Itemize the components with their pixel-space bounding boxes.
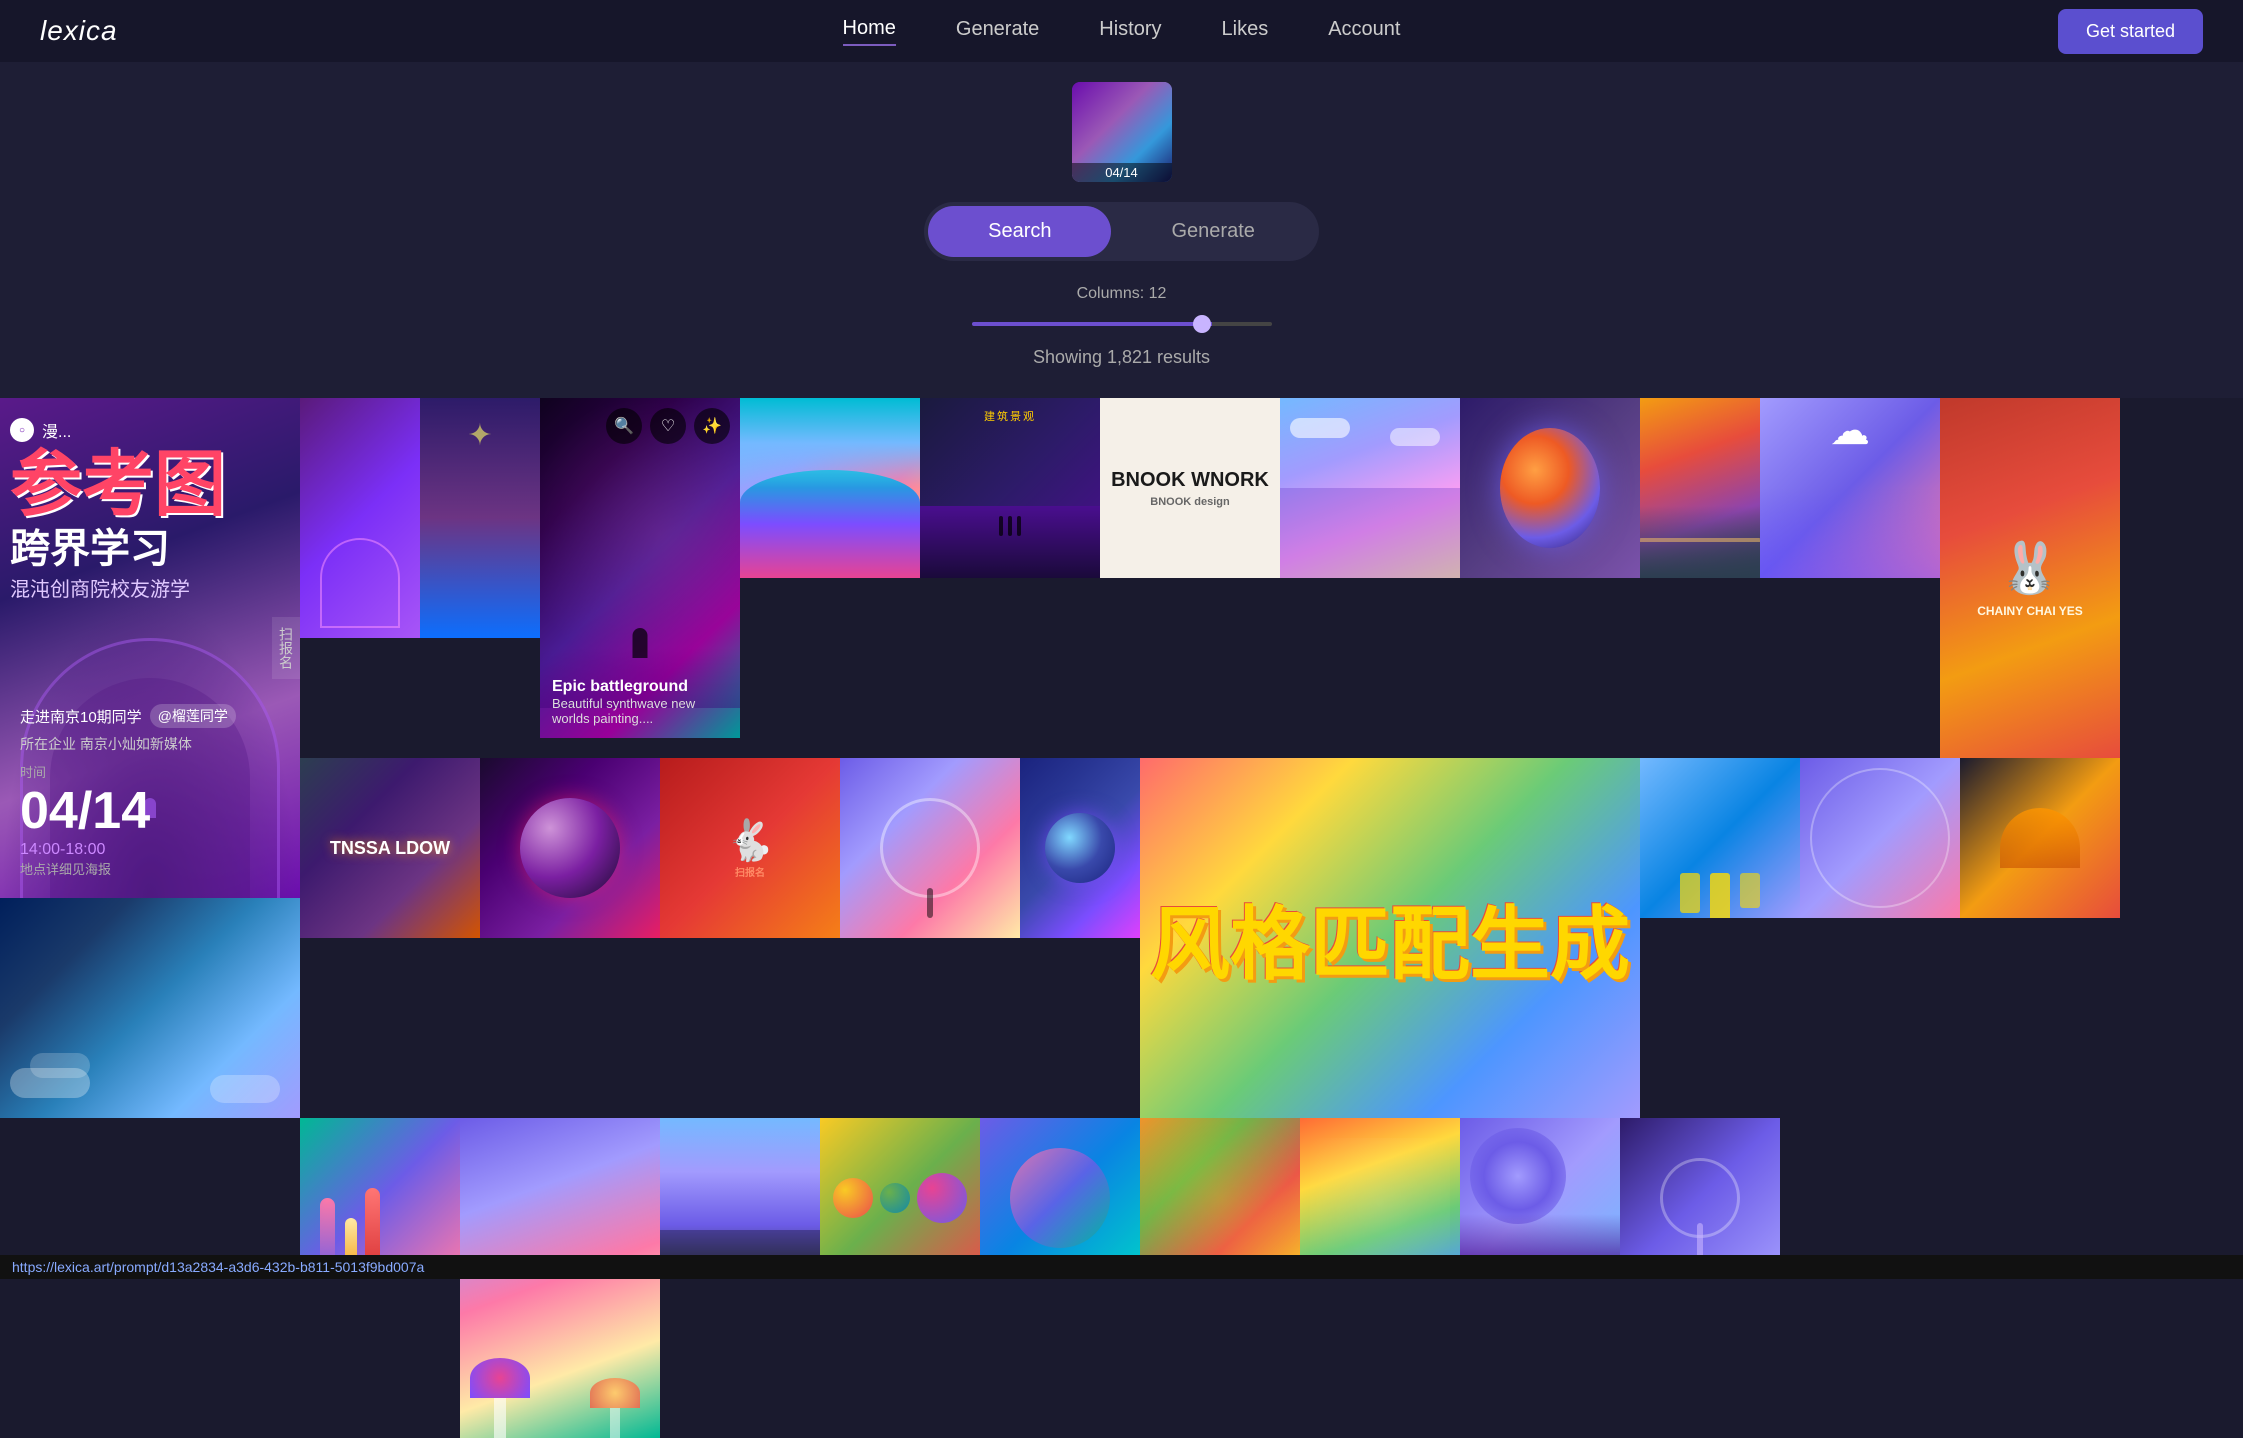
- gallery-item[interactable]: [1280, 398, 1460, 578]
- gallery-overlay-epic: 🔍 ♡ ✨ Epic battleground Beautiful synthw…: [540, 398, 740, 738]
- left-panel: ○ 漫... 参考图 跨界学习 混沌创商院校友游学 走进南京10期同学 @榴莲同…: [0, 398, 300, 1438]
- url-bar: https://lexica.art/prompt/d13a2834-a3d6-…: [0, 1255, 2243, 1279]
- columns-label: Columns: 12: [1077, 285, 1167, 303]
- heart-icon[interactable]: ♡: [650, 408, 686, 444]
- gallery-item-blue-sphere[interactable]: [1020, 758, 1140, 938]
- search-generate-tabs: Search Generate: [924, 202, 1319, 261]
- nav-likes[interactable]: Likes: [1222, 18, 1269, 45]
- nav-account[interactable]: Account: [1328, 18, 1400, 45]
- poster-main-title: 参考图: [10, 446, 290, 525]
- gallery-item[interactable]: 建筑景观: [920, 398, 1100, 578]
- gallery-item[interactable]: ✦: [420, 398, 540, 638]
- company-info: 所在企业 南京小灿如新媒体: [20, 734, 280, 754]
- reference-image-preview: 04/14: [1072, 82, 1172, 182]
- gallery-item[interactable]: [820, 1118, 980, 1278]
- gallery-item[interactable]: [1640, 758, 1800, 918]
- wand-icon[interactable]: ✨: [694, 408, 730, 444]
- gallery-item-great-wall[interactable]: [1640, 398, 1760, 578]
- nav-home[interactable]: Home: [843, 17, 896, 46]
- search-icon[interactable]: 🔍: [606, 408, 642, 444]
- get-started-button[interactable]: Get started: [2058, 9, 2203, 54]
- person-info: 走进南京10期同学 @榴莲同学: [20, 704, 280, 728]
- gallery-item[interactable]: [1460, 398, 1640, 578]
- person-tag: @榴莲同学: [150, 704, 236, 728]
- chinese-ny-text: CHAINY CHAI YES: [1977, 604, 2083, 618]
- gallery-item[interactable]: [1800, 758, 1960, 918]
- item-title: Epic battleground: [552, 678, 728, 696]
- columns-slider-container: [972, 313, 1272, 331]
- gallery-item[interactable]: [660, 1118, 820, 1278]
- poster-desc: 混沌创商院校友游学: [10, 573, 290, 602]
- gallery-item[interactable]: [980, 1118, 1140, 1278]
- search-tab[interactable]: Search: [928, 206, 1111, 257]
- gallery-item[interactable]: [300, 1118, 460, 1278]
- gallery-item[interactable]: [740, 398, 920, 578]
- logo: lexica: [40, 15, 118, 47]
- event-poster: ○ 漫... 参考图 跨界学习 混沌创商院校友游学 走进南京10期同学 @榴莲同…: [0, 398, 300, 898]
- url-text: https://lexica.art/prompt/d13a2834-a3d6-…: [12, 1259, 424, 1275]
- header: lexica Home Generate History Likes Accou…: [0, 0, 2243, 62]
- gallery-item[interactable]: [1300, 1118, 1460, 1278]
- vertical-text: 扫报名: [272, 617, 300, 679]
- rabbit-label: 扫报名: [725, 864, 775, 879]
- overlay-icons: 🔍 ♡ ✨: [606, 408, 730, 444]
- gallery-item[interactable]: [300, 398, 420, 638]
- poster-subtitle: 跨界学习: [10, 525, 290, 573]
- date-display: 04/14: [20, 781, 280, 841]
- gallery-item[interactable]: [1460, 1118, 1620, 1278]
- walk-label: 走进南京10期同学: [20, 706, 142, 727]
- poster-bottom-info: 走进南京10期同学 @榴莲同学 所在企业 南京小灿如新媒体 时间 04/14 1…: [20, 704, 280, 878]
- gallery-item[interactable]: [840, 758, 1020, 938]
- columns-control: Columns: 12: [972, 285, 1272, 331]
- columns-slider[interactable]: [972, 322, 1272, 326]
- results-label: Showing 1,821 results: [1033, 347, 1210, 368]
- time-range: 14:00-18:00 地点详细见海报: [20, 841, 280, 878]
- reference-image[interactable]: 04/14: [1072, 82, 1172, 182]
- gallery-item-book[interactable]: BNOOK WNORK BNOOK design: [1100, 398, 1280, 578]
- poster-text-top: ○ 漫... 参考图 跨界学习 混沌创商院校友游学: [10, 418, 290, 602]
- gallery-container: ○ 漫... 参考图 跨界学习 混沌创商院校友游学 走进南京10期同学 @榴莲同…: [0, 398, 2243, 1438]
- gallery-item-rabbit[interactable]: 🐇 扫报名: [660, 758, 840, 938]
- nav-generate[interactable]: Generate: [956, 18, 1039, 45]
- nav-history[interactable]: History: [1099, 18, 1161, 45]
- gallery-grid: ✦ 🔍 ♡ ✨ Epic battleground Beautif: [0, 398, 2243, 1438]
- reference-date: 04/14: [1072, 163, 1172, 182]
- gallery-item[interactable]: ☁: [1760, 398, 1940, 578]
- gallery-item-moon[interactable]: [480, 758, 660, 938]
- gallery-item[interactable]: [1960, 758, 2120, 918]
- main-nav: Home Generate History Likes Account: [843, 17, 1401, 46]
- gallery-item-chinese-ny[interactable]: 🐰 CHAINY CHAI YES: [1940, 398, 2120, 758]
- time-label: 时间: [20, 762, 280, 781]
- gallery-item-epic[interactable]: 🔍 ♡ ✨ Epic battleground Beautiful synthw…: [540, 398, 740, 738]
- gallery-item-cosmic-moon[interactable]: TNSSA LDOW: [300, 758, 480, 938]
- cosmic-text: TNSSA LDOW: [330, 838, 450, 859]
- hero-section: 04/14 Search Generate Columns: 12 Showin…: [0, 62, 2243, 398]
- gallery-item-large-text[interactable]: 风格匹配生成: [1140, 758, 1640, 1118]
- large-chinese-text: 风格匹配生成: [1150, 880, 1630, 996]
- item-desc: Beautiful synthwave new worlds painting.…: [552, 696, 728, 726]
- bottom-left-clouds: [0, 898, 300, 1118]
- generate-tab[interactable]: Generate: [1111, 206, 1314, 257]
- overlay-info: Epic battleground Beautiful synthwave ne…: [552, 678, 728, 726]
- gallery-item[interactable]: [1140, 1118, 1300, 1278]
- gallery-item[interactable]: [1620, 1118, 1780, 1278]
- book-title: BNOOK WNORK: [1111, 469, 1269, 492]
